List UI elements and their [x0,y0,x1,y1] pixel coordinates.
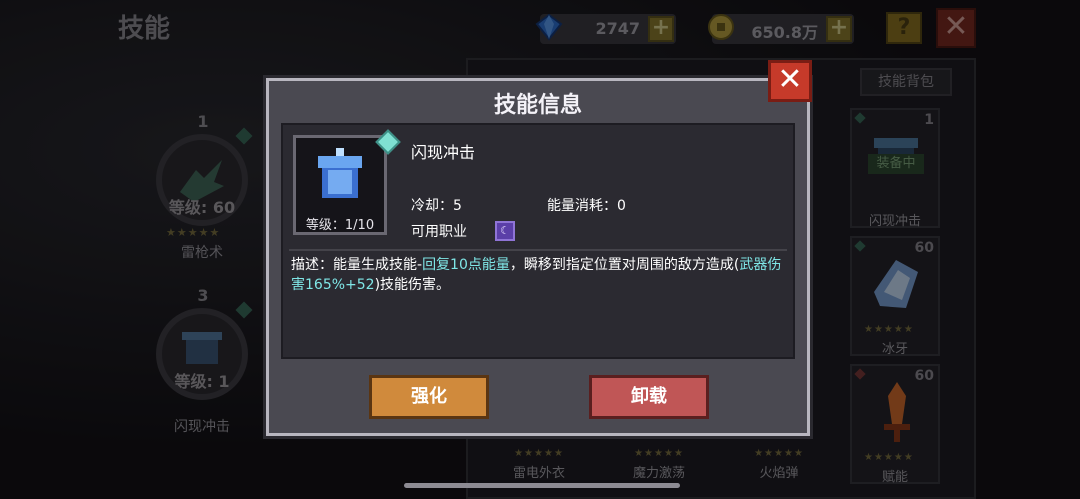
desc-text: )技能伤害。 [374,277,451,293]
skill-name: 闪现冲击 [411,143,476,162]
desc-text: ，瞬移到指定位置对周围的敌方造成( [509,257,740,273]
cooldown: 冷却：5 [411,198,462,214]
skill-info-dialog: 技能信息 等级：1/10 闪现冲击 冷却：5 能量消耗：0 可用职业 ☾ 描述：… [266,78,810,436]
desc-text: 描述：能量生成技能- [291,257,423,273]
desc-highlight: 回复10点能量 [422,257,510,273]
dialog-title: 技能信息 [493,93,582,118]
home-indicator[interactable] [404,483,680,488]
skill-level: 等级：1/10 [305,218,375,233]
class-label: 可用职业 [411,224,467,240]
energy-cost: 能量消耗：0 [547,198,626,214]
skill-info-panel: 等级：1/10 闪现冲击 冷却：5 能量消耗：0 可用职业 ☾ 描述：能量生成技… [281,123,795,359]
flash-strike-icon [318,148,362,198]
unequip-button[interactable]: 卸载 [589,375,709,419]
upgrade-button[interactable]: 强化 [369,375,489,419]
skill-description: 描述：能量生成技能-回复10点能量，瞬移到指定位置对周围的敌方造成(武器伤害16… [291,255,785,295]
skill-icon-frame: 等级：1/10 [293,135,387,235]
divider [289,249,787,251]
close-dialog-button[interactable]: ✕ [768,60,812,102]
mage-class-icon: ☾ [495,221,515,241]
